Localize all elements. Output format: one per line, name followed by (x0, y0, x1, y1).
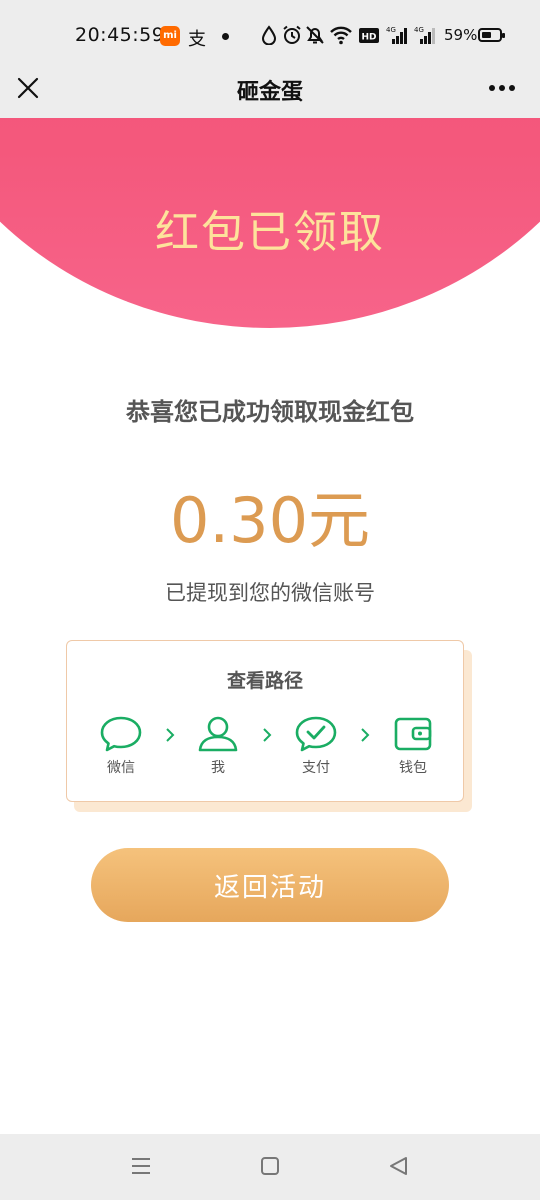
path-step-label: 我 (211, 760, 225, 776)
mute-icon (306, 26, 324, 44)
path-card-title: 查看路径 (226, 670, 303, 692)
page-title: 砸金蛋 (236, 80, 303, 105)
nav-bar: 砸金蛋 (0, 70, 540, 118)
path-step-wechat: 微信 (91, 715, 151, 777)
alipay-icon: 支 (188, 29, 206, 50)
menu-icon[interactable] (130, 1156, 152, 1176)
pay-icon (295, 716, 337, 752)
battery-level (482, 32, 491, 38)
amount-value: 0.30元 (169, 484, 371, 557)
status-bar: 20:45:59 mi 支 HD 4G 4G 59% (0, 0, 540, 70)
path-step-me: 我 (188, 715, 248, 777)
banner-title: 红包已领取 (155, 207, 385, 258)
mi-app-icon: mi (160, 26, 180, 46)
return-to-activity-button[interactable]: 返回活动 (91, 848, 449, 922)
wifi-icon (330, 26, 352, 45)
user-icon (198, 716, 238, 752)
page: 20:45:59 mi 支 HD 4G 4G 59% 砸金蛋 红包已领取 恭喜您… (0, 0, 540, 1200)
svg-text:4G: 4G (386, 26, 396, 34)
battery-percent: 59% (444, 26, 478, 44)
back-icon[interactable] (388, 1156, 410, 1176)
path-step-pay: 支付 (286, 715, 346, 777)
congrats-text: 恭喜您已成功领取现金红包 (126, 398, 414, 426)
chevron-right-icon (361, 728, 370, 742)
svg-text:4G: 4G (414, 26, 424, 34)
battery-icon (478, 28, 505, 42)
path-step-wallet: 钱包 (383, 715, 443, 777)
withdrawn-note: 已提现到您的微信账号 (165, 581, 375, 605)
status-time: 20:45:59 (75, 24, 165, 46)
data-saver-icon (262, 25, 276, 45)
hd-icon: HD (359, 28, 379, 43)
chevron-right-icon (166, 728, 175, 742)
signal-4g-icon: 4G (386, 26, 407, 44)
wallet-icon (394, 717, 432, 751)
path-card: 查看路径 微信 我 支付 钱包 (66, 640, 464, 802)
system-nav-bar (0, 1134, 540, 1200)
alarm-icon (283, 25, 301, 44)
wechat-icon (100, 716, 142, 752)
signal-4g-icon-2: 4G (414, 26, 435, 44)
path-step-label: 钱包 (399, 760, 427, 776)
svg-text:HD: HD (361, 33, 376, 43)
more-icon[interactable] (488, 84, 516, 92)
chevron-right-icon (263, 728, 272, 742)
home-icon[interactable] (259, 1156, 281, 1176)
path-step-label: 支付 (302, 760, 330, 776)
notification-dot-icon (222, 33, 229, 40)
path-step-label: 微信 (107, 760, 135, 776)
